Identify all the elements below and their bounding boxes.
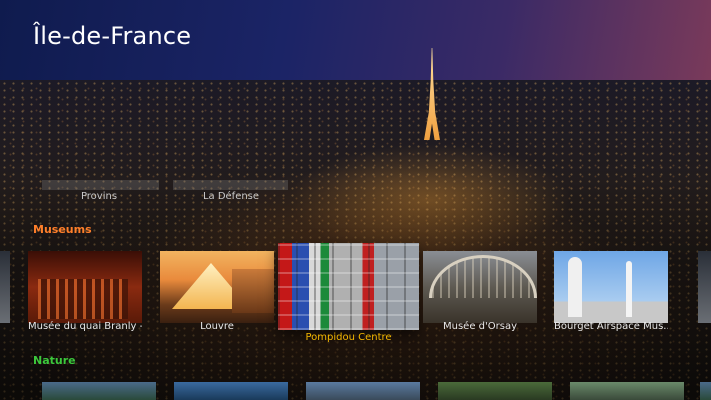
museum-card-pompidou-focused[interactable]: Pompidou Centre — [278, 243, 419, 347]
pompidou-thumbnail — [278, 243, 419, 330]
museum-label: Louvre — [200, 321, 234, 332]
quai-branly-thumbnail — [28, 251, 142, 323]
museum-label: Bourget Airspace Mus... — [554, 321, 668, 332]
museum-thumbnail — [0, 251, 10, 323]
louvre-thumbnail — [160, 251, 274, 323]
orsay-thumbnail — [423, 251, 537, 323]
bourget-thumbnail — [554, 251, 668, 323]
nature-card[interactable] — [42, 382, 156, 400]
museum-label: Musée d'Orsay — [443, 321, 517, 332]
provins-card[interactable] — [42, 180, 159, 190]
nature-card[interactable] — [570, 382, 684, 400]
museum-label: Musée du quai Branly -... — [28, 321, 142, 332]
section-title-nature: Nature — [33, 354, 76, 367]
section-title-museums: Museums — [33, 223, 92, 236]
nature-card[interactable] — [174, 382, 288, 400]
nature-card[interactable] — [438, 382, 552, 400]
la-defense-label: La Défense — [202, 191, 260, 202]
museum-card-quai-branly[interactable]: Musée du quai Branly -... — [28, 251, 142, 335]
museum-card-offscreen[interactable] — [0, 251, 10, 323]
museum-card-bourget[interactable]: Bourget Airspace Mus... — [554, 251, 668, 335]
museum-card-offscreen-right[interactable] — [698, 251, 711, 323]
museum-card-louvre[interactable]: Louvre — [160, 251, 274, 335]
museum-thumbnail — [698, 251, 711, 323]
page-title: Île-de-France — [33, 22, 192, 50]
nature-card[interactable] — [306, 382, 420, 400]
la-defense-card[interactable] — [173, 180, 288, 190]
museum-label-focused: Pompidou Centre — [305, 332, 392, 343]
provins-label: Provins — [80, 191, 118, 202]
nature-card[interactable] — [700, 382, 711, 400]
museum-card-orsay[interactable]: Musée d'Orsay — [423, 251, 537, 335]
